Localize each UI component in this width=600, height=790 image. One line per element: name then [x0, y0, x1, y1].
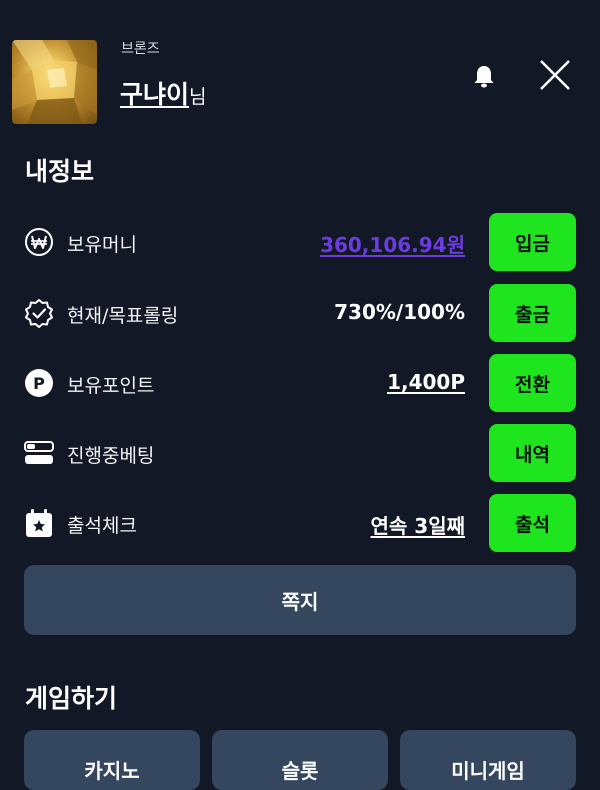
info-row-points: P 보유포인트 1,400P 전환	[0, 354, 600, 412]
username-link[interactable]: 구냐이	[120, 80, 189, 109]
profile-header: 브론즈 구냐이님	[0, 0, 600, 135]
info-row-label: 보유머니	[67, 234, 137, 256]
slot-button[interactable]: 슬롯	[212, 730, 388, 790]
info-row-label: 현재/목표롤링	[67, 305, 179, 327]
rank-label: 브론즈	[121, 41, 160, 57]
money-value[interactable]: 360,106.94원	[320, 229, 465, 258]
point-p-icon: P	[24, 368, 54, 398]
won-coin-icon	[24, 227, 54, 257]
info-row-label: 출석체크	[67, 515, 137, 537]
verified-badge-icon	[24, 298, 54, 328]
convert-button[interactable]: 전환	[489, 354, 576, 412]
history-button[interactable]: 내역	[489, 424, 576, 482]
username-suffix: 님	[189, 86, 207, 108]
points-value[interactable]: 1,400P	[387, 370, 465, 394]
info-row-money: 보유머니 360,106.94원 입금	[0, 213, 600, 271]
withdraw-button[interactable]: 출금	[489, 284, 576, 342]
deposit-button[interactable]: 입금	[489, 213, 576, 271]
attendance-value[interactable]: 연속 3일째	[371, 510, 465, 539]
mini-game-button[interactable]: 미니게임	[400, 730, 576, 790]
rank-avatar	[12, 40, 97, 124]
rolling-value: 730%/100%	[334, 300, 465, 324]
my-info-title: 내정보	[25, 157, 95, 186]
games-title: 게임하기	[25, 684, 118, 713]
info-row-rolling: 현재/목표롤링 730%/100% 출금	[0, 284, 600, 342]
casino-button[interactable]: 카지노	[24, 730, 200, 790]
svg-text:P: P	[33, 374, 45, 393]
memo-button[interactable]: 쪽지	[24, 565, 576, 635]
attend-button[interactable]: 출석	[489, 494, 576, 552]
info-row-label: 보유포인트	[67, 375, 155, 397]
calendar-star-icon	[24, 508, 54, 538]
close-icon[interactable]	[538, 58, 572, 92]
username: 구냐이님	[120, 75, 207, 111]
info-row-label: 진행중베팅	[67, 445, 155, 467]
bell-icon[interactable]	[470, 62, 498, 90]
toggle-list-icon	[24, 438, 54, 468]
info-row-attendance: 출석체크 연속 3일째 출석	[0, 494, 600, 552]
info-row-betting: 진행중베팅 내역	[0, 424, 600, 482]
